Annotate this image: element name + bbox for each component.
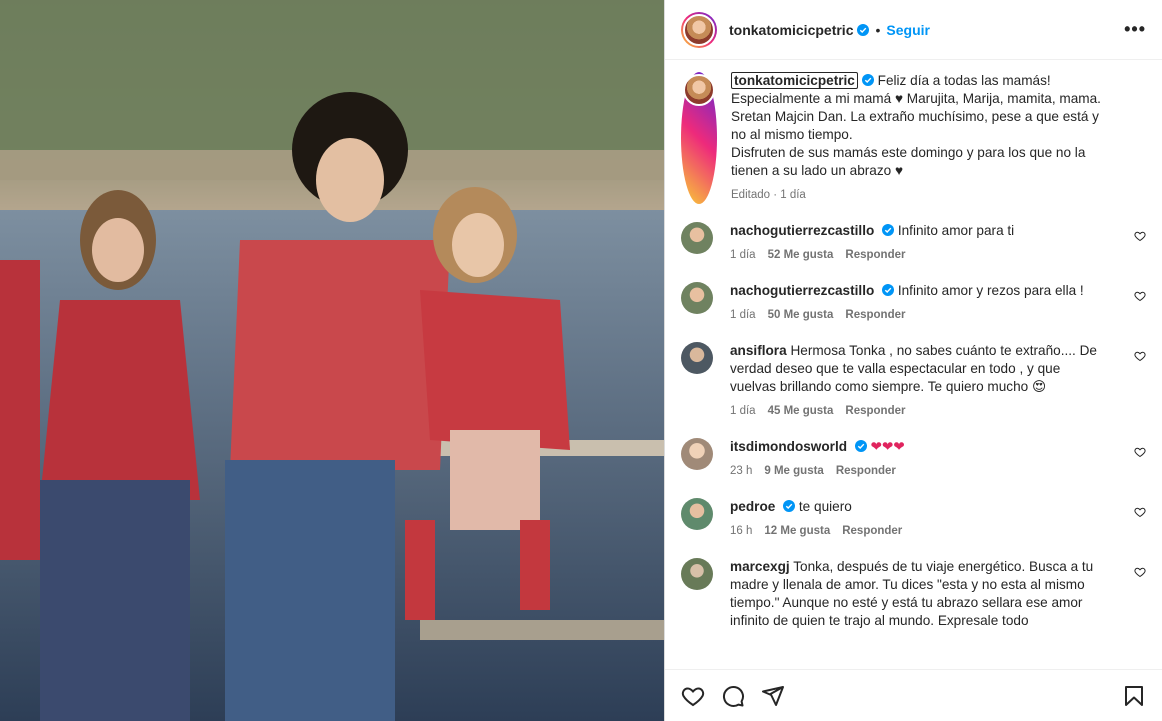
photo-illustration (0, 0, 664, 721)
verified-icon (882, 284, 895, 296)
more-icon[interactable]: ••• (1124, 19, 1146, 40)
heart-icon[interactable] (1134, 506, 1146, 518)
heart-icon[interactable] (1134, 290, 1146, 302)
comment-username[interactable]: nachogutierrezcastillo (730, 223, 874, 238)
caption-meta: Editado · 1 día (731, 189, 806, 201)
comment-meta: 1 día 50 Me gusta Responder (730, 306, 1110, 324)
author-avatar[interactable] (681, 11, 717, 48)
reply-button[interactable]: Responder (842, 522, 902, 540)
comment-meta: 1 día 45 Me gusta Responder (730, 402, 1110, 420)
comment-meta: 23 h 9 Me gusta Responder (730, 462, 1110, 480)
comment-likes[interactable]: 45 Me gusta (768, 402, 834, 420)
heart-icon[interactable] (1134, 350, 1146, 362)
caption-avatar[interactable] (681, 72, 717, 204)
post-photo[interactable] (0, 0, 664, 721)
author-username[interactable]: tonkatomicicpetric (729, 22, 853, 38)
post-header: tonkatomicicpetric • Seguir ••• (665, 0, 1162, 60)
share-icon[interactable] (761, 684, 785, 708)
comment-time[interactable]: 1 día (730, 306, 756, 324)
comment-username[interactable]: ansiflora (730, 343, 787, 358)
comments-panel: tonkatomicicpetric • Seguir ••• tonkatom… (664, 0, 1162, 721)
caption-text-2: Disfruten de sus mamás este domingo y pa… (731, 145, 1086, 178)
comment-username[interactable]: marcexgj (730, 559, 790, 574)
comment-likes[interactable]: 12 Me gusta (764, 522, 830, 540)
header-separator: • (875, 21, 881, 38)
verified-icon (854, 440, 867, 452)
comment-time[interactable]: 16 h (730, 522, 752, 540)
comment-time[interactable]: 1 día (730, 246, 756, 264)
verified-icon (857, 23, 870, 36)
comment-meta: 1 día 52 Me gusta Responder (730, 246, 1110, 264)
heart-icon[interactable] (1134, 230, 1146, 242)
post-caption: tonkatomicicpetric Feliz día a todas las… (681, 72, 1146, 204)
reply-button[interactable]: Responder (845, 402, 905, 420)
comment-item: marcexgj Tonka, después de tu viaje ener… (681, 558, 1146, 630)
comment-avatar[interactable] (681, 222, 713, 254)
comment-item: itsdimondosworld ❤❤❤ 23 h 9 Me gusta Res… (681, 438, 1146, 480)
comment-text: ❤❤❤ (870, 439, 905, 454)
comment-text: te quiero (798, 499, 852, 514)
caption-edited: Editado (731, 189, 771, 201)
comments-list[interactable]: tonkatomicicpetric Feliz día a todas las… (665, 60, 1162, 669)
comment-username[interactable]: nachogutierrezcastillo (730, 283, 874, 298)
comment-icon[interactable] (721, 684, 745, 708)
comment-time[interactable]: 23 h (730, 462, 752, 480)
comment-item: nachogutierrezcastillo Infinito amor par… (681, 222, 1146, 264)
comment-avatar[interactable] (681, 498, 713, 530)
comment-item: pedroe te quiero 16 h 12 Me gusta Respon… (681, 498, 1146, 540)
comment-avatar[interactable] (681, 558, 713, 590)
comment-item: ansiflora Hermosa Tonka , no sabes cuánt… (681, 342, 1146, 420)
reply-button[interactable]: Responder (845, 246, 905, 264)
verified-icon (861, 74, 874, 86)
verified-icon (783, 500, 796, 512)
reply-button[interactable]: Responder (845, 306, 905, 324)
comment-username[interactable]: pedroe (730, 499, 775, 514)
heart-icon[interactable] (1134, 446, 1146, 458)
post-actions (665, 669, 1162, 721)
verified-icon (882, 224, 895, 236)
caption-username[interactable]: tonkatomicicpetric (731, 72, 858, 89)
comment-likes[interactable]: 50 Me gusta (768, 306, 834, 324)
comment-avatar[interactable] (681, 342, 713, 374)
comment-time[interactable]: 1 día (730, 402, 756, 420)
reply-button[interactable]: Responder (836, 462, 896, 480)
comment-avatar[interactable] (681, 282, 713, 314)
comment-meta: 16 h 12 Me gusta Responder (730, 522, 1110, 540)
comment-username[interactable]: itsdimondosworld (730, 439, 847, 454)
comment-likes[interactable]: 52 Me gusta (768, 246, 834, 264)
comment-text: Infinito amor y rezos para ella ! (897, 283, 1084, 298)
comment-item: nachogutierrezcastillo Infinito amor y r… (681, 282, 1146, 324)
comment-text: Infinito amor para ti (897, 223, 1015, 238)
comment-likes[interactable]: 9 Me gusta (764, 462, 823, 480)
follow-button[interactable]: Seguir (886, 22, 930, 38)
bookmark-icon[interactable] (1122, 684, 1146, 708)
heart-icon[interactable] (681, 684, 705, 708)
caption-time[interactable]: 1 día (780, 189, 806, 201)
heart-icon[interactable] (1134, 566, 1146, 578)
comment-avatar[interactable] (681, 438, 713, 470)
